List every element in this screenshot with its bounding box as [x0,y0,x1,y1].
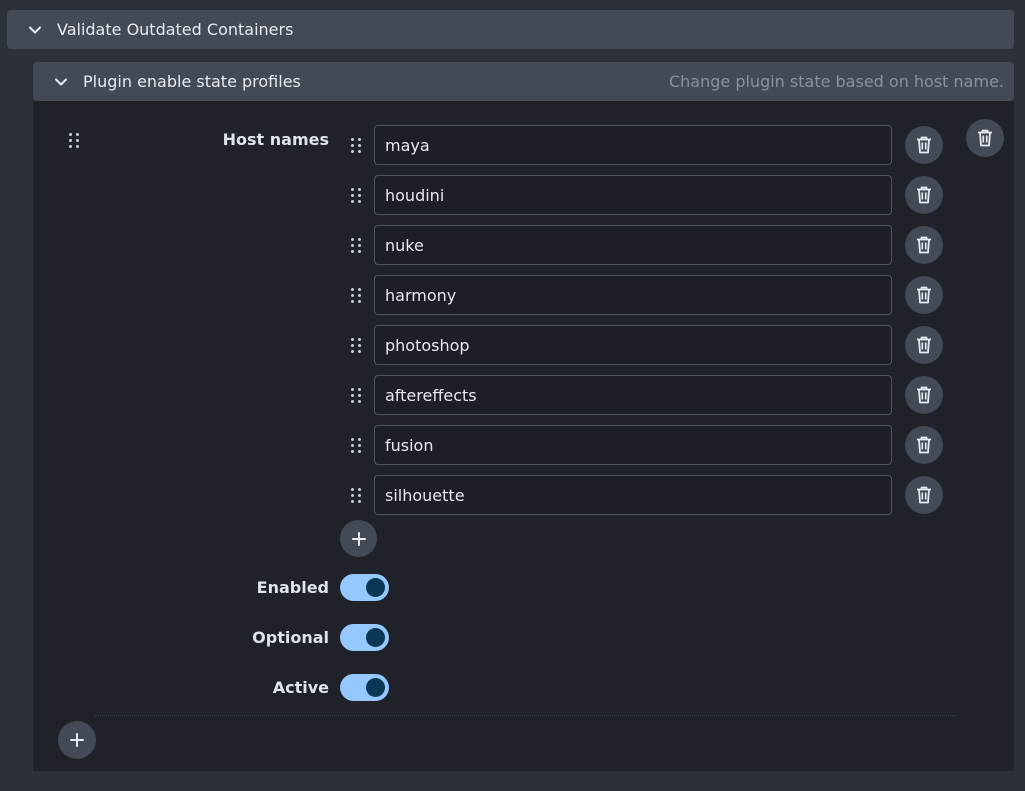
delete-profile-button[interactable] [966,119,1004,157]
validate-outdated-containers-header[interactable]: Validate Outdated Containers [7,10,1014,49]
enabled-toggle[interactable] [340,574,389,601]
delete-host-name-button[interactable] [905,226,943,264]
section-title: Plugin enable state profiles [83,72,301,91]
delete-host-name-button[interactable] [905,126,943,164]
trash-icon [917,386,931,404]
plus-icon [351,531,366,546]
trash-icon [917,186,931,204]
delete-host-name-button[interactable] [905,326,943,364]
trash-icon [917,136,931,154]
toggle-knob [366,628,385,647]
host-name-input[interactable]: aftereffects [374,375,892,415]
plus-icon [70,733,84,747]
chevron-down-icon[interactable] [51,72,71,92]
host-drag-handle-icon[interactable] [351,138,363,153]
trash-icon [917,436,931,454]
add-host-name-button[interactable] [340,520,377,557]
host-drag-handle-icon[interactable] [351,188,363,203]
section-description: Change plugin state based on host name. [668,72,1004,91]
delete-host-name-button[interactable] [905,476,943,514]
active-toggle[interactable] [340,674,389,701]
trash-icon [917,236,931,254]
toggle-knob [366,678,385,697]
enabled-label: Enabled [256,578,329,597]
active-label: Active [272,678,329,697]
host-drag-handle-icon[interactable] [351,238,363,253]
delete-host-name-button[interactable] [905,276,943,314]
host-names-label: Host names [222,130,329,149]
trash-icon [978,129,992,147]
toggle-knob [366,578,385,597]
host-name-input[interactable]: photoshop [374,325,892,365]
delete-host-name-button[interactable] [905,176,943,214]
host-drag-handle-icon[interactable] [351,388,363,403]
host-drag-handle-icon[interactable] [351,288,363,303]
optional-toggle[interactable] [340,624,389,651]
panel-title: Validate Outdated Containers [57,20,294,39]
host-name-input[interactable]: fusion [374,425,892,465]
divider [95,715,957,716]
profile-drag-handle-icon[interactable] [69,133,81,148]
trash-icon [917,336,931,354]
host-name-input[interactable]: maya [374,125,892,165]
host-drag-handle-icon[interactable] [351,438,363,453]
plugin-enable-state-profiles-header[interactable]: Plugin enable state profiles Change plug… [33,62,1014,101]
delete-host-name-button[interactable] [905,426,943,464]
host-drag-handle-icon[interactable] [351,338,363,353]
host-name-input[interactable]: nuke [374,225,892,265]
add-profile-button[interactable] [58,721,96,759]
optional-label: Optional [252,628,329,647]
trash-icon [917,286,931,304]
delete-host-name-button[interactable] [905,376,943,414]
host-name-input[interactable]: houdini [374,175,892,215]
trash-icon [917,486,931,504]
host-name-input[interactable]: silhouette [374,475,892,515]
host-drag-handle-icon[interactable] [351,488,363,503]
host-name-input[interactable]: harmony [374,275,892,315]
chevron-down-icon[interactable] [25,20,45,40]
